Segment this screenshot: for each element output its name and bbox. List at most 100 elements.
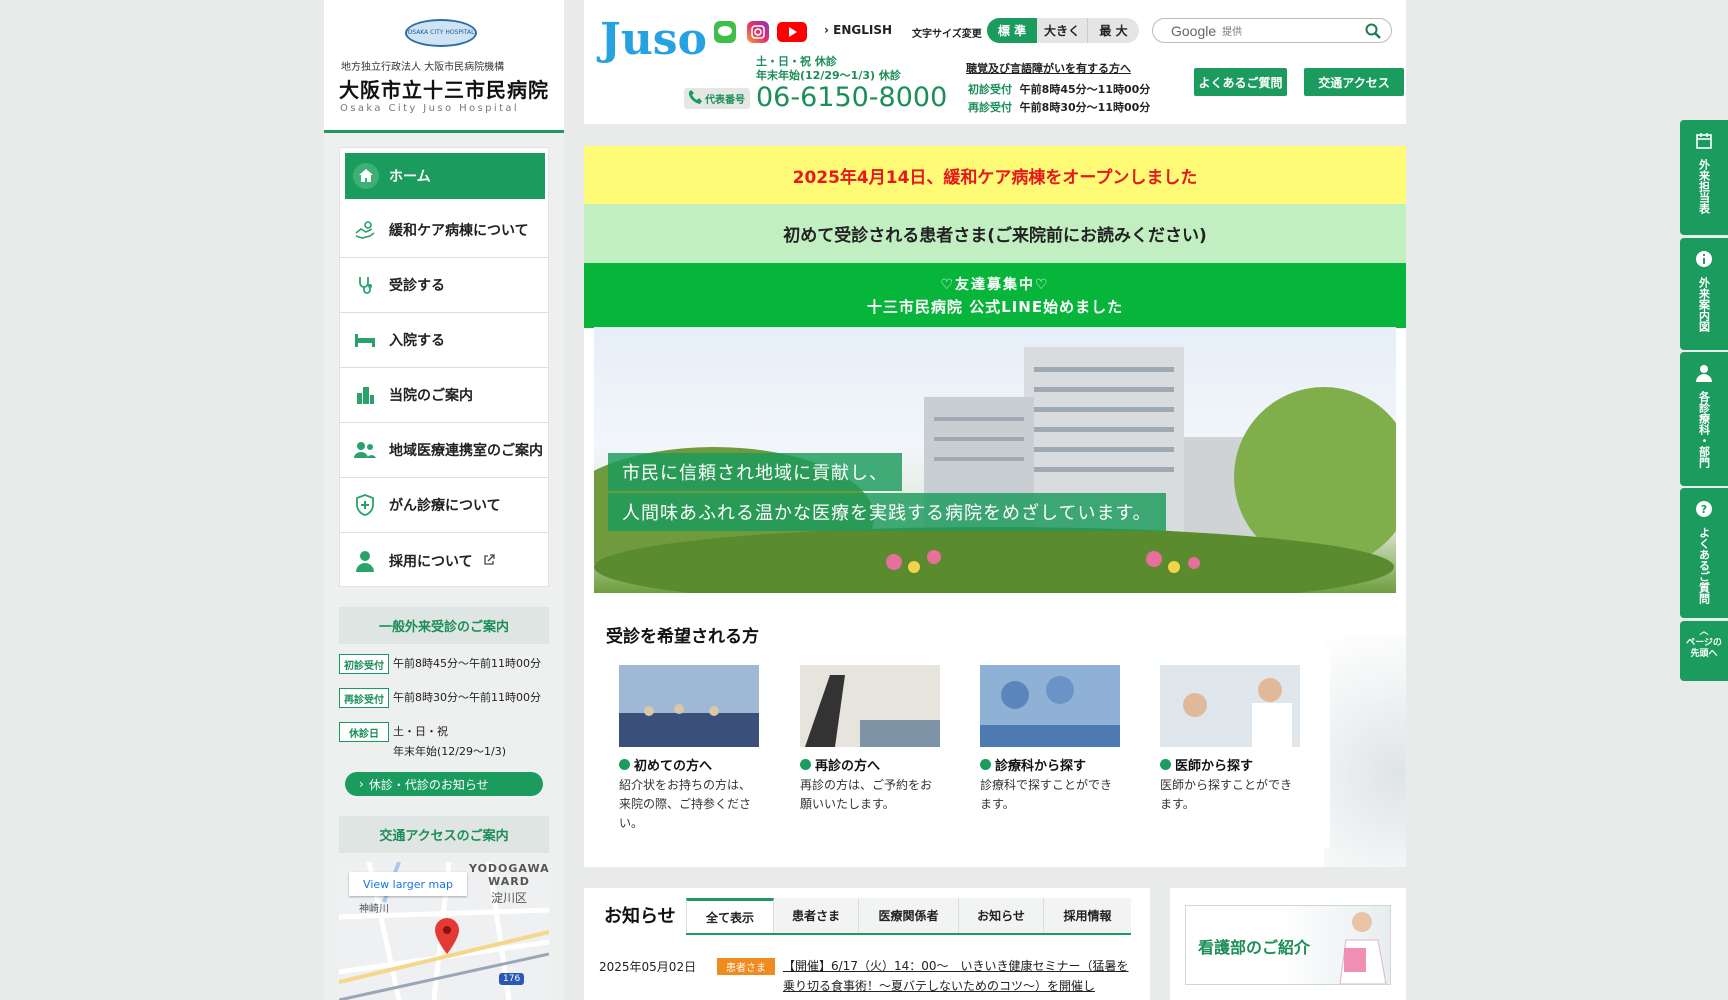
closed-notice: 土・日・祝 休診 年末年始(12/29～1/3) 休診: [756, 55, 901, 83]
nav-item-home[interactable]: ホーム: [345, 153, 545, 199]
card-by-doctor[interactable]: 医師から探す 医師から探すことができます。: [1150, 652, 1330, 848]
juso-logo-text: Juso: [600, 14, 707, 65]
closure-notice-button[interactable]: › 休診・代診のお知らせ: [345, 772, 543, 796]
faq-button[interactable]: よくあるご質問: [1194, 68, 1287, 96]
map-pin-icon[interactable]: [435, 918, 459, 958]
hospital-name-en: Osaka City Juso Hospital: [340, 103, 520, 114]
nav-item-label: 当院のご案内: [389, 388, 473, 404]
nav-item-admission[interactable]: 入院する: [340, 313, 548, 368]
english-link[interactable]: › ENGLISH: [824, 23, 892, 37]
map-place-label: 神崎川: [359, 904, 389, 915]
search-brand: Google: [1171, 22, 1217, 39]
stethoscope-icon: [354, 274, 376, 296]
card-description: 医師から探すことができます。: [1160, 778, 1293, 811]
card-by-department[interactable]: 診療科から探す 診療科で探すことができます。: [970, 652, 1150, 848]
access-map[interactable]: View larger map YODOGAWA WARD 淀川区 神崎川 17…: [339, 862, 549, 1000]
news-tabs: 全て表示 患者さま 医療関係者 お知らせ 採用情報: [686, 898, 1131, 935]
first-visit-banner[interactable]: 初めて受診される患者さま(ご来院前にお読みください): [584, 204, 1406, 263]
doctor-photo: [1160, 665, 1300, 747]
arrow-circle-icon: [800, 759, 811, 770]
news-item-link[interactable]: 【開催】6/17（火）14：00～ いきいき健康セミナー（猛暑を乗り切る食事術！…: [783, 956, 1137, 996]
arrow-circle-icon: [619, 759, 630, 770]
chevron-right-icon: ›: [359, 777, 364, 791]
surgery-photo: [980, 665, 1120, 747]
nav-item-label: 受診する: [389, 278, 445, 294]
card-return-visit[interactable]: 再診の方へ 再診の方は、ご予約をお願いいたします。: [790, 652, 970, 848]
nav-item-cancer[interactable]: がん診療について: [340, 478, 548, 533]
back-to-top-label: ページの先頭へ: [1686, 638, 1722, 659]
news-section: お知らせ 全て表示 患者さま 医療関係者 お知らせ 採用情報 2025年05月0…: [584, 888, 1150, 1000]
view-larger-map-link[interactable]: View larger map: [349, 872, 467, 896]
tab-notices[interactable]: お知らせ: [959, 898, 1044, 933]
font-size-switcher: 標 準 大きく 最 大: [987, 18, 1139, 43]
card-description: 再診の方は、ご予約をお願いいたします。: [800, 778, 933, 811]
right-tab-label: 各診療科・部門: [1697, 391, 1711, 468]
right-tab-departments[interactable]: 各診療科・部門: [1680, 352, 1728, 486]
news-title: お知らせ: [604, 906, 676, 927]
home-icon: [353, 163, 379, 189]
phone-label: 代表番号: [684, 88, 750, 109]
search-input[interactable]: 提供: [1222, 23, 1242, 38]
nav-item-label: ホーム: [389, 169, 431, 185]
nav-item-consultation[interactable]: 受診する: [340, 258, 548, 313]
line-banner[interactable]: ♡友達募集中♡ 十三市民病院 公式LINE始めました: [584, 263, 1406, 328]
font-size-large[interactable]: 大きく: [1037, 18, 1088, 43]
search-box[interactable]: Google 提供: [1152, 18, 1392, 43]
tab-patients[interactable]: 患者さま: [774, 898, 859, 933]
building-icon: [354, 384, 376, 406]
nav-item-regional-cooperation[interactable]: 地域医療連携室のご案内: [340, 423, 548, 478]
font-size-max[interactable]: 最 大: [1088, 18, 1139, 43]
closed-days-line1: 土・日・祝: [393, 725, 448, 738]
consultation-title: 受診を希望される方: [606, 627, 759, 647]
nav-item-label: 入院する: [389, 333, 445, 349]
card-first-visit[interactable]: 初めての方へ 紹介状をお持ちの方は、来院の際、ご持参ください。: [609, 652, 789, 848]
calendar-icon: [1695, 132, 1713, 153]
card-title: 診療科から探す: [980, 755, 1086, 774]
font-size-normal[interactable]: 標 準: [987, 18, 1037, 43]
tab-medical[interactable]: 医療関係者: [859, 898, 959, 933]
nav-item-palliative-care[interactable]: 緩和ケア病棟について: [340, 203, 548, 258]
tab-all[interactable]: 全て表示: [686, 898, 774, 933]
access-button[interactable]: 交通アクセス: [1304, 68, 1404, 96]
right-tab-floor-map[interactable]: 外来案内図: [1680, 238, 1728, 350]
closed-days-badge: 休診日: [339, 722, 389, 742]
tab-recruit[interactable]: 採用情報: [1044, 898, 1131, 933]
external-link-icon: [483, 551, 495, 570]
phone-icon: [688, 89, 702, 108]
map-route-badge: 176: [499, 973, 525, 985]
back-to-top-button[interactable]: ︿ ページの先頭へ: [1680, 621, 1728, 681]
right-tab-faq[interactable]: ? よくあるご質問: [1680, 488, 1728, 618]
bed-icon: [354, 329, 376, 351]
doctor-icon: [1695, 364, 1713, 385]
right-tab-schedule[interactable]: 外来担当表: [1680, 120, 1728, 235]
nav-item-recruit[interactable]: 採用について: [340, 533, 548, 588]
nursing-banner[interactable]: 看護部のご紹介: [1185, 905, 1391, 985]
hospital-logo[interactable]: OSAKA CITY HOSPITAL 地方独立行政法人 大阪市民病院機構 大阪…: [324, 0, 564, 133]
hospital-name: 大阪市立十三市民病院: [339, 78, 549, 102]
card-title-text: 初めての方へ: [634, 759, 713, 774]
first-visit-time: 午前8時45分〜午前11時00分: [393, 657, 541, 670]
map-ward-en: YODOGAWA WARD: [469, 862, 549, 888]
phone-number[interactable]: 06-6150-8000: [756, 82, 947, 114]
shield-plus-icon: [354, 494, 376, 516]
hearing-impaired-link[interactable]: 聴覚及び言語障がいを有する方へ: [966, 60, 1131, 76]
english-link-label: ENGLISH: [833, 23, 893, 37]
people-icon: [354, 439, 376, 461]
escalator-photo: [800, 665, 940, 747]
right-tab-label: よくあるご質問: [1697, 527, 1711, 604]
juso-logo[interactable]: Juso: [600, 14, 707, 66]
nav-item-label: 緩和ケア病棟について: [389, 223, 529, 239]
line-icon[interactable]: [714, 21, 736, 43]
nav-item-about[interactable]: 当院のご案内: [340, 368, 548, 423]
palliative-banner[interactable]: 2025年4月14日、緩和ケア病棟をオープンしました: [584, 146, 1406, 204]
sidebar: OSAKA CITY HOSPITAL 地方独立行政法人 大阪市民病院機構 大阪…: [324, 0, 564, 1000]
card-title-text: 医師から探す: [1175, 759, 1254, 774]
stethoscope-decoration: [1324, 635, 1406, 867]
instagram-icon[interactable]: [747, 21, 769, 43]
search-icon[interactable]: [1365, 23, 1381, 43]
youtube-icon[interactable]: [777, 22, 807, 42]
site-header: Juso › ENGLISH 文字サイズ変更 標 準 大きく 最 大 Googl…: [584, 0, 1406, 124]
reception-hours: 初診受付 午前8時45分～11時00分 再診受付 午前8時30分～11時00分: [968, 81, 1150, 117]
card-description: 紹介状をお持ちの方は、来院の際、ご持参ください。: [619, 778, 752, 830]
closed-days: 休診日 土・日・祝 年末年始(12/29～1/3): [339, 722, 549, 762]
